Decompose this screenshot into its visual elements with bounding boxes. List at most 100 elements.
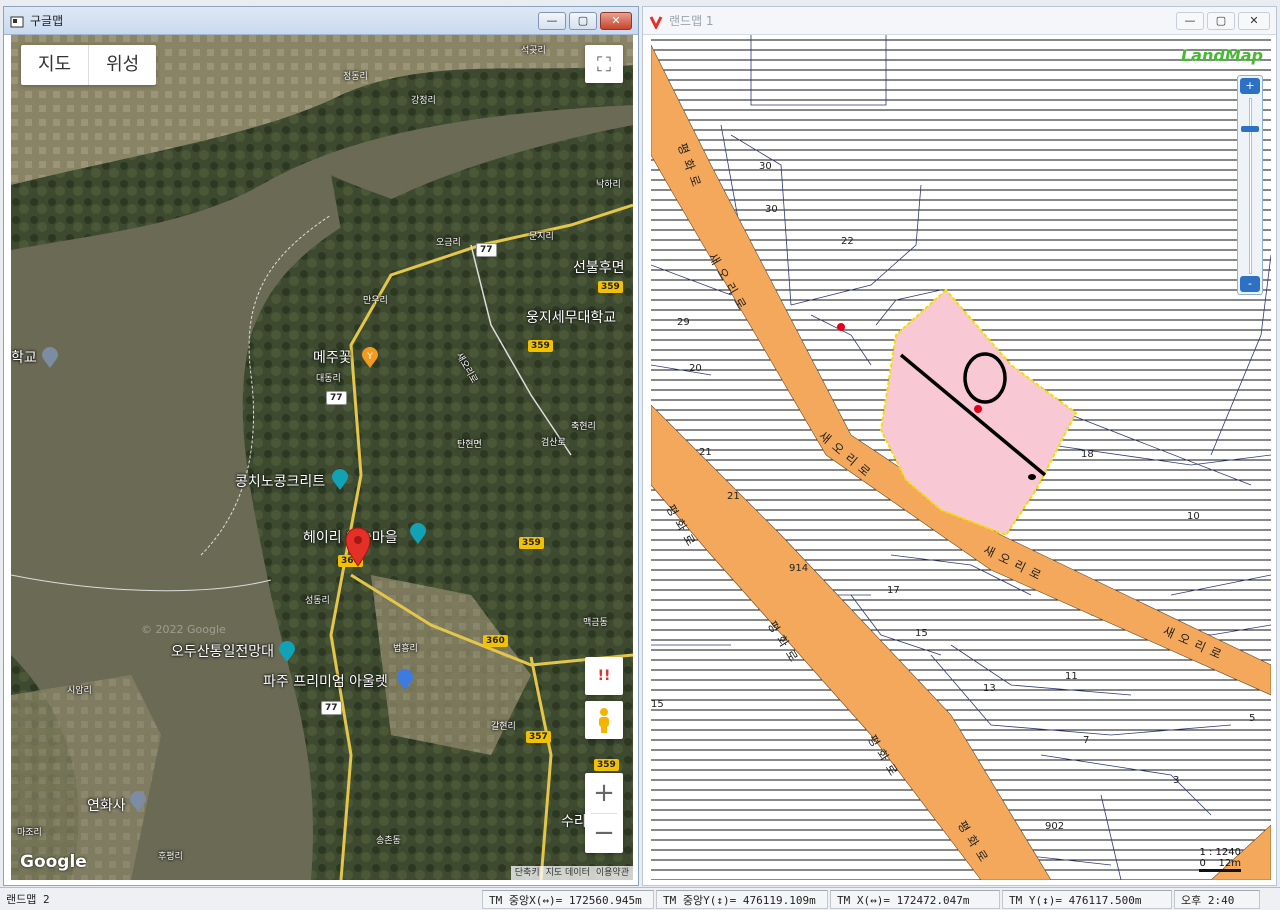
tm-y: TM Y(↕)= 476117.500m [1002, 889, 1172, 909]
close-button[interactable]: ✕ [600, 11, 632, 30]
parcel-number: 18 [1081, 449, 1094, 460]
status-app-name: 랜드맵 2 [6, 892, 50, 906]
place-label[interactable]: 학교 [11, 347, 37, 367]
landmap-window: 랜드맵 1 — ▢ ✕ 30 30 22 29 20 21 21 18 10 9… [642, 6, 1277, 886]
zoom-slider[interactable]: + - [1237, 75, 1263, 295]
place-label[interactable]: 파주 프리미엄 아울렛 [263, 671, 388, 691]
terms-link[interactable]: 이용약관 [596, 866, 629, 880]
place-label[interactable]: 성동리 [305, 593, 330, 606]
maximize-button[interactable]: ▢ [569, 11, 597, 30]
shortcuts-link[interactable]: 단축키 [515, 866, 540, 880]
place-label[interactable]: 시암리 [67, 683, 92, 696]
museum-pin-icon[interactable] [331, 469, 349, 491]
map-watermark: © 2022 Google [141, 623, 226, 636]
scale-ratio: 1 : 1240 [1199, 847, 1241, 858]
place-label[interactable]: 정동리 [343, 69, 368, 82]
place-label[interactable]: 오금리 [436, 235, 461, 248]
place-label[interactable]: 콩치노콩크리트 [235, 471, 325, 491]
window-title: 랜드맵 1 [669, 14, 714, 28]
place-label[interactable]: 낙하리 [596, 177, 621, 190]
google-map-titlebar[interactable]: 구글맵 — ▢ ✕ [4, 7, 638, 35]
svg-text:Y: Y [366, 352, 373, 362]
parcel-number: 21 [699, 447, 712, 458]
route-shield: 359 [598, 281, 623, 293]
zoom-control: + − [585, 773, 623, 853]
place-label[interactable]: 웅지세무대학교 [526, 307, 616, 327]
place-label[interactable]: 오두산통일전망대 [171, 641, 274, 661]
place-label[interactable]: 연화사 [87, 795, 126, 815]
google-logo: Google [20, 852, 87, 872]
parcel-number: 10 [1187, 511, 1200, 522]
zoom-in-button[interactable]: + [593, 773, 615, 813]
maximize-button[interactable]: ▢ [1207, 11, 1235, 30]
close-button[interactable]: ✕ [1238, 11, 1270, 30]
tm-center-y: TM 중앙Y(↕)= 476119.109m [656, 889, 828, 909]
zoom-out-button[interactable]: − [593, 814, 615, 853]
attraction-pin-icon[interactable] [278, 641, 296, 663]
zoom-handle[interactable] [1241, 126, 1259, 132]
route-shield: 357 [526, 731, 551, 743]
route-shield: 77 [321, 701, 342, 715]
zoom-in-button[interactable]: + [1240, 78, 1260, 94]
zoom-track[interactable] [1249, 98, 1252, 274]
minimize-button[interactable]: — [1176, 11, 1204, 30]
satellite-imagery [11, 35, 633, 880]
temple-pin-icon[interactable] [129, 791, 147, 813]
attraction-pin-icon[interactable] [409, 523, 427, 545]
place-label[interactable]: 마조리 [17, 825, 42, 838]
route-shield: 359 [594, 759, 619, 771]
status-bar: 랜드맵 2 TM 중앙X(↔)= 172560.945m TM 중앙Y(↕)= … [0, 887, 1280, 910]
place-label[interactable]: 후평리 [158, 849, 183, 862]
parcel-number: 20 [689, 363, 702, 374]
shopping-pin-icon[interactable] [396, 669, 414, 691]
landmap-logo: LandMap [1180, 46, 1263, 65]
place-label[interactable]: 맥금동 [583, 615, 608, 628]
place-label[interactable]: 수리 [561, 811, 587, 831]
map-data-link[interactable]: 지도 데이터 [546, 866, 590, 880]
cadastral-drawing [651, 35, 1271, 880]
location-marker-icon[interactable] [344, 527, 372, 567]
fullscreen-button[interactable]: ⛶ [585, 45, 623, 83]
parcel-number: 902 [1045, 821, 1065, 832]
alert-button[interactable]: !! [585, 657, 623, 695]
place-label[interactable]: 메주꽃 [313, 347, 352, 367]
parcel-number: 11 [1065, 671, 1078, 682]
place-label[interactable]: 법흥리 [393, 641, 418, 654]
alert-icon: !! [597, 668, 611, 684]
place-label[interactable]: 만우리 [363, 293, 388, 306]
place-label[interactable]: 대동리 [316, 371, 341, 384]
route-shield: 360 [483, 635, 508, 647]
scale-bar: 0 12m [1199, 858, 1241, 872]
parcel-number: 21 [727, 491, 740, 502]
google-map-window: 구글맵 — ▢ ✕ 지도 위성 ⛶ 석곶리 정동리 강정리 낙하리 문지리 오금… [3, 6, 639, 886]
satellite-map[interactable]: 지도 위성 ⛶ 석곶리 정동리 강정리 낙하리 문지리 오금리 선불후면 만우리… [11, 35, 633, 880]
school-pin-icon[interactable] [41, 347, 59, 369]
parcel-number: 22 [841, 236, 854, 247]
map-app-icon [10, 14, 24, 28]
map-type-satellite-button[interactable]: 위성 [88, 45, 156, 85]
cadastral-map[interactable]: 30 30 22 29 20 21 21 18 10 914 17 15 13 … [651, 35, 1271, 880]
parcel-number: 3 [1173, 775, 1180, 786]
place-label[interactable]: 강정리 [411, 93, 436, 106]
place-label[interactable]: 갈현리 [491, 719, 516, 732]
clock: 오후 2:40 [1174, 889, 1260, 909]
place-label[interactable]: 송촌동 [376, 833, 401, 846]
place-label[interactable]: 석곶리 [521, 43, 546, 56]
place-label[interactable]: 축현리 [571, 419, 596, 432]
place-label[interactable]: 선불후면 [573, 257, 625, 277]
minimize-button[interactable]: — [538, 11, 566, 30]
parcel-number: 30 [759, 161, 772, 172]
place-label[interactable]: 문지리 [529, 229, 554, 242]
parcel-number: 29 [677, 317, 690, 328]
street-view-pegman[interactable] [585, 701, 623, 739]
zoom-out-button[interactable]: - [1240, 276, 1260, 292]
route-shield: 77 [476, 243, 497, 257]
parcel-number: 30 [765, 204, 778, 215]
tm-center-x: TM 중앙X(↔)= 172560.945m [482, 889, 654, 909]
parcel-number: 7 [1083, 735, 1090, 746]
landmap-titlebar[interactable]: 랜드맵 1 — ▢ ✕ [643, 7, 1276, 35]
place-label[interactable]: 탄현면 [457, 437, 482, 450]
restaurant-pin-icon[interactable]: Y [361, 347, 379, 369]
map-type-map-button[interactable]: 지도 [21, 45, 88, 85]
pegman-icon [599, 708, 609, 733]
